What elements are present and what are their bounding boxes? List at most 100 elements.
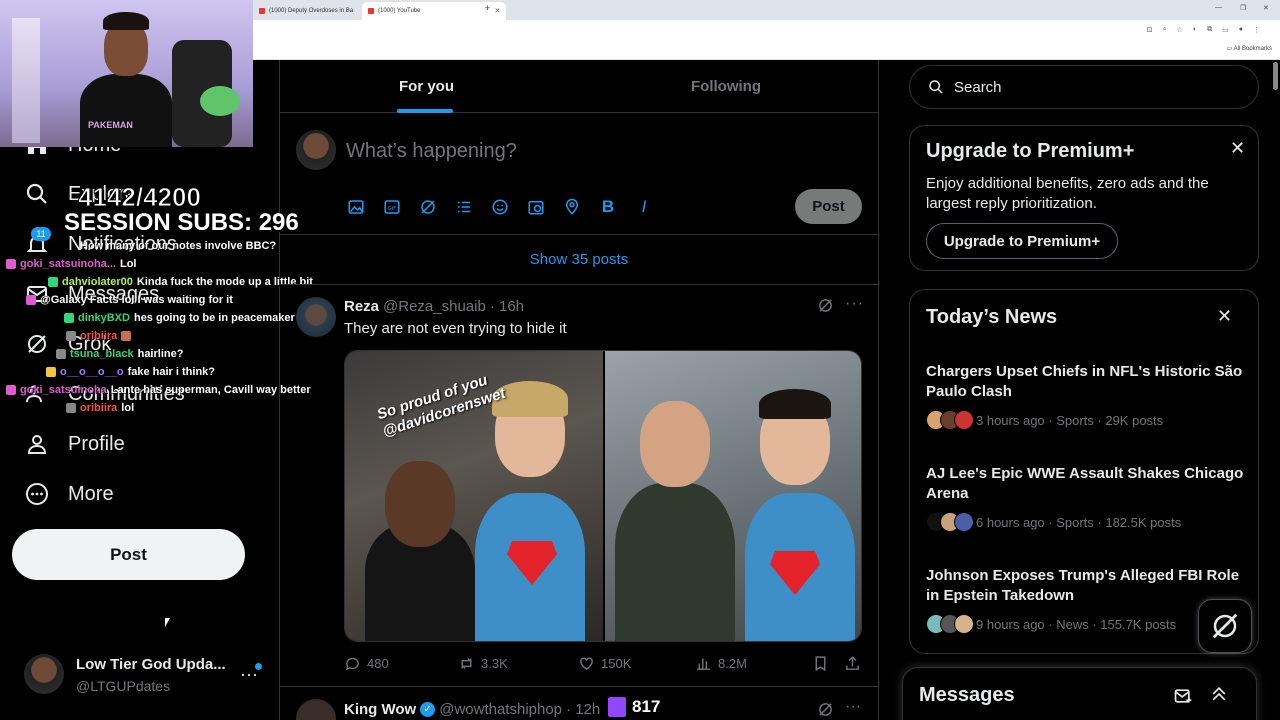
like-button[interactable]: 150K (578, 655, 631, 672)
avatar[interactable] (296, 699, 336, 720)
share-button[interactable] (844, 655, 861, 672)
gif-icon[interactable]: GIF (382, 197, 402, 217)
chat-badge-icon (56, 349, 66, 359)
media-icon[interactable]: ◐ (1193, 26, 1197, 34)
search-icon (929, 80, 943, 94)
tweet-author-name[interactable]: Reza (344, 298, 379, 315)
reply-count: 480 (367, 656, 389, 671)
close-icon[interactable]: ✕ (1217, 306, 1232, 327)
avatar[interactable] (296, 130, 336, 170)
repost-icon (461, 658, 472, 669)
chat-message: o__o__o__o fake hair i think? (46, 366, 215, 378)
bold-icon[interactable]: B (598, 197, 618, 217)
tweet-media[interactable]: So proud of you @davidcorenswet (344, 350, 862, 642)
webcam-person-body (80, 74, 172, 147)
show-new-posts-link[interactable]: Show 35 posts (280, 235, 878, 285)
feed-right-divider (878, 60, 879, 720)
chat-message: dahviolater00 Kinda fuck the mode up a li… (48, 276, 313, 288)
new-tab-button[interactable]: + (485, 3, 490, 13)
image-icon[interactable] (346, 197, 366, 217)
all-bookmarks-link[interactable]: ▭ All Bookmarks (1227, 45, 1272, 52)
tweet[interactable]: Reza @Reza_shuaib · 16h ··· They are not… (280, 285, 878, 687)
chat-username: goki_satsuinoha... (20, 258, 116, 270)
bookmark-button[interactable] (812, 655, 829, 672)
chat-message: dinkyBXD hes going to be in peacemaker (64, 312, 295, 324)
tweet[interactable]: King Wow ✓ @wowthatshiphop · 12h (280, 687, 878, 720)
nav-item-more[interactable]: More (24, 481, 114, 507)
tweet-photo-right[interactable] (605, 351, 861, 641)
grok-icon[interactable] (817, 701, 834, 720)
view-count: 8.2M (718, 656, 747, 671)
schedule-icon[interactable] (526, 197, 546, 217)
composer-toolbar: GIF B I (346, 197, 654, 217)
tab-for-you[interactable]: For you (399, 78, 454, 95)
tweet-time[interactable]: · 12h (566, 701, 600, 718)
avatar[interactable] (296, 297, 336, 337)
tweet-more-icon[interactable]: ··· (845, 698, 861, 716)
upgrade-premium-button[interactable]: Upgrade to Premium+ (926, 223, 1118, 259)
browser-tab-label: (1000) Deputy Overdoses in Ba (269, 8, 354, 14)
close-window-icon[interactable]: ✕ (1263, 4, 1269, 12)
zoom-icon[interactable]: ⌕ (1163, 26, 1167, 34)
new-message-icon[interactable] (1173, 686, 1193, 711)
location-icon[interactable] (562, 197, 582, 217)
account-handle: @LTGUPdates (76, 678, 171, 694)
views-button[interactable]: 8.2M (695, 655, 747, 672)
news-headline: Johnson Exposes Trump's Alleged FBI Role… (926, 567, 1240, 604)
page-scrollbar[interactable] (1273, 62, 1278, 90)
close-icon[interactable]: ✕ (1230, 138, 1245, 159)
photo-caption: So proud of you @davidcorenswet (375, 371, 508, 441)
profile-avatar-icon[interactable]: ● (1239, 26, 1243, 34)
chat-message: tsuna_black hairline? (56, 348, 183, 360)
news-avatars (926, 410, 974, 430)
news-item[interactable]: AJ Lee's Epic WWE Assault Shakes Chicago… (926, 464, 1246, 532)
repost-button[interactable]: 3.3K (458, 655, 508, 672)
close-tab-icon[interactable]: ✕ (494, 7, 500, 15)
emoji-icon[interactable] (490, 197, 510, 217)
italic-icon[interactable]: I (634, 197, 654, 217)
compose-input[interactable]: What’s happening? (346, 140, 517, 163)
install-icon[interactable]: ⊡ (1147, 26, 1153, 34)
messages-drawer[interactable]: Messages (902, 667, 1257, 720)
poll-icon[interactable] (454, 197, 474, 217)
tweet-more-icon[interactable]: ··· (845, 295, 864, 313)
webcam-shirt-text: PAKEMAN (88, 120, 133, 130)
tweet-author-handle[interactable]: @wowthatshiphop (439, 701, 562, 718)
grok-floating-button[interactable] (1198, 599, 1252, 653)
all-bookmarks-label: All Bookmarks (1233, 46, 1272, 52)
tab-following[interactable]: Following (691, 78, 761, 95)
webcam-plush (200, 86, 240, 116)
news-item[interactable]: Chargers Upset Chiefs in NFL's Historic … (926, 362, 1246, 430)
tweet-author-name[interactable]: King Wow (344, 701, 416, 718)
composer-post-button[interactable]: Post (795, 189, 862, 224)
account-switcher[interactable]: Low Tier God Upda... @LTGUPdates ··· (24, 654, 264, 696)
nav-item-profile[interactable]: Profile (24, 431, 125, 457)
sidepanel-icon[interactable]: ▭ (1222, 26, 1229, 34)
chat-message: oribiira (66, 330, 132, 342)
minimize-window-icon[interactable]: — (1215, 4, 1222, 11)
premium-title: Upgrade to Premium+ (926, 140, 1135, 162)
grok-icon[interactable] (817, 297, 834, 318)
chat-badge-icon (48, 277, 58, 287)
reply-button[interactable]: 480 (344, 655, 389, 672)
tweet-author-handle[interactable]: @Reza_shuaib (383, 298, 486, 315)
search-icon (24, 181, 50, 207)
bookmark-star-icon[interactable]: ☆ (1177, 26, 1183, 34)
maximize-window-icon[interactable]: ❐ (1240, 4, 1246, 12)
search-input[interactable]: Search (909, 65, 1259, 109)
browser-tab-label: (1000) YouTube (378, 8, 421, 14)
chat-username: dinkyBXD (78, 312, 130, 324)
tweet-time[interactable]: · 16h (490, 298, 524, 315)
extensions-icon[interactable]: ⧉ (1207, 26, 1212, 34)
expand-drawer-icon[interactable] (1209, 684, 1229, 709)
tweet-photo-left[interactable]: So proud of you @davidcorenswet (345, 351, 603, 641)
browser-menu-icon[interactable]: ⋮ (1253, 26, 1260, 34)
chat-badge-icon (46, 367, 56, 377)
nav-label: More (68, 482, 114, 505)
chat-badge-icon (26, 295, 36, 305)
post-button[interactable]: Post (12, 529, 245, 580)
twitch-icon (608, 697, 626, 717)
news-headline: AJ Lee's Epic WWE Assault Shakes Chicago… (926, 465, 1244, 502)
notifications-badge: 11 (31, 227, 51, 241)
grok-icon[interactable] (418, 197, 438, 217)
